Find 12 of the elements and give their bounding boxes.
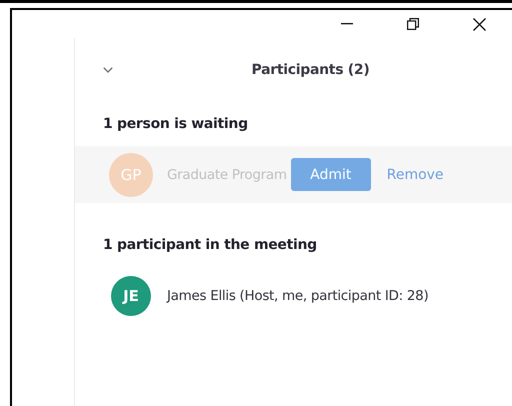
minimize-icon	[341, 23, 353, 25]
remove-link[interactable]: Remove	[386, 166, 444, 182]
admit-button[interactable]: Admit	[290, 158, 371, 191]
avatar: JE	[111, 276, 151, 316]
restore-icon	[407, 18, 419, 30]
close-icon	[472, 18, 486, 30]
section-heading: 1 participant in the meeting	[102, 237, 318, 253]
chevron-down-icon[interactable]	[103, 67, 113, 73]
panel-title: Participants (2)	[250, 62, 370, 78]
participant-name: James Ellis (Host, me, participant ID: 28)	[167, 288, 428, 304]
avatar: GP	[109, 152, 153, 196]
section-heading: 1 person is waiting	[102, 116, 249, 132]
